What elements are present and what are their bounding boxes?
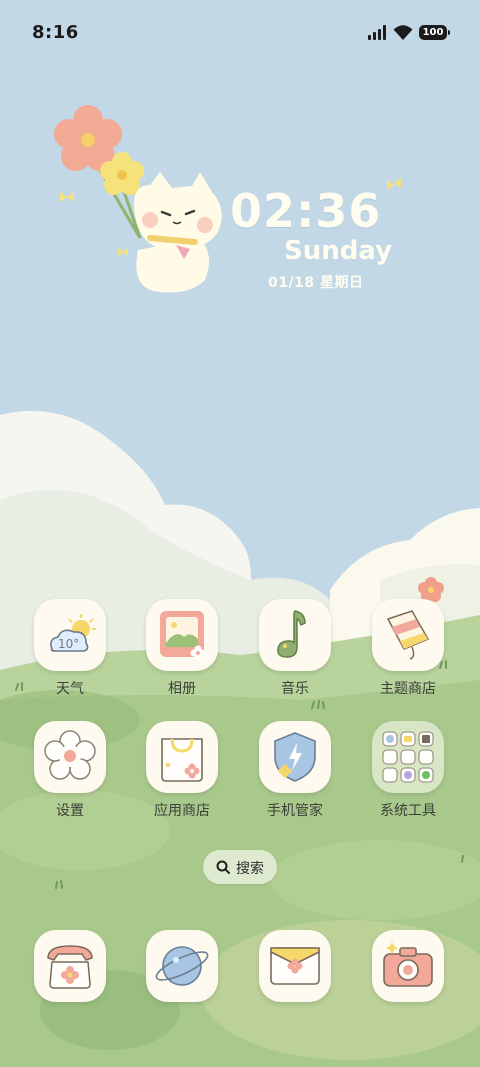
settings-icon bbox=[34, 721, 106, 793]
dock-browser[interactable] bbox=[146, 930, 218, 1002]
app-music[interactable]: 音乐 bbox=[240, 599, 350, 711]
app-label: 主题商店 bbox=[380, 681, 436, 697]
browser-icon bbox=[155, 946, 209, 986]
app-label: 手机管家 bbox=[267, 803, 323, 819]
app-theme-store[interactable]: 主题商店 bbox=[353, 599, 463, 711]
app-store-icon bbox=[146, 721, 218, 793]
signal-icon bbox=[368, 25, 386, 40]
app-label: 音乐 bbox=[281, 681, 309, 697]
search-button[interactable]: 搜索 bbox=[203, 850, 277, 884]
widget-date: 01/18 星期日 bbox=[268, 275, 364, 291]
phone-manager-icon bbox=[259, 721, 331, 793]
app-settings[interactable]: 设置 bbox=[15, 721, 125, 833]
dock-phone[interactable] bbox=[34, 930, 106, 1002]
status-time: 8:16 bbox=[32, 22, 79, 43]
app-gallery[interactable]: 相册 bbox=[127, 599, 237, 711]
wallpaper bbox=[0, 0, 480, 1067]
app-label: 天气 bbox=[56, 681, 84, 697]
dock-messages[interactable] bbox=[259, 930, 331, 1002]
theme-store-icon bbox=[372, 599, 444, 671]
weather-icon: 10° bbox=[34, 599, 106, 671]
search-icon bbox=[216, 860, 230, 874]
folder-label: 系统工具 bbox=[380, 803, 436, 819]
widget-day: Sunday bbox=[284, 236, 393, 266]
system-tools-folder-icon bbox=[372, 721, 444, 793]
dock-camera[interactable] bbox=[372, 930, 444, 1002]
folder-system-tools[interactable]: 系统工具 bbox=[353, 721, 463, 833]
gallery-icon bbox=[146, 599, 218, 671]
phone-icon bbox=[47, 945, 93, 989]
widget-time: 02:36 bbox=[230, 184, 382, 238]
search-label: 搜索 bbox=[236, 861, 264, 877]
app-label: 相册 bbox=[168, 681, 196, 697]
app-weather[interactable]: 10° 天气 bbox=[15, 599, 125, 711]
camera-icon bbox=[383, 942, 433, 987]
app-label: 设置 bbox=[56, 803, 84, 819]
messages-icon bbox=[270, 947, 320, 985]
app-label: 应用商店 bbox=[154, 803, 210, 819]
wifi-icon bbox=[393, 25, 413, 40]
battery-indicator: 100 bbox=[419, 25, 450, 40]
weather-temp: 10° bbox=[58, 637, 79, 651]
app-phone-manager[interactable]: 手机管家 bbox=[240, 721, 350, 833]
music-icon bbox=[259, 599, 331, 671]
app-app-store[interactable]: 应用商店 bbox=[127, 721, 237, 833]
status-bar: 8:16 100 bbox=[0, 0, 480, 64]
